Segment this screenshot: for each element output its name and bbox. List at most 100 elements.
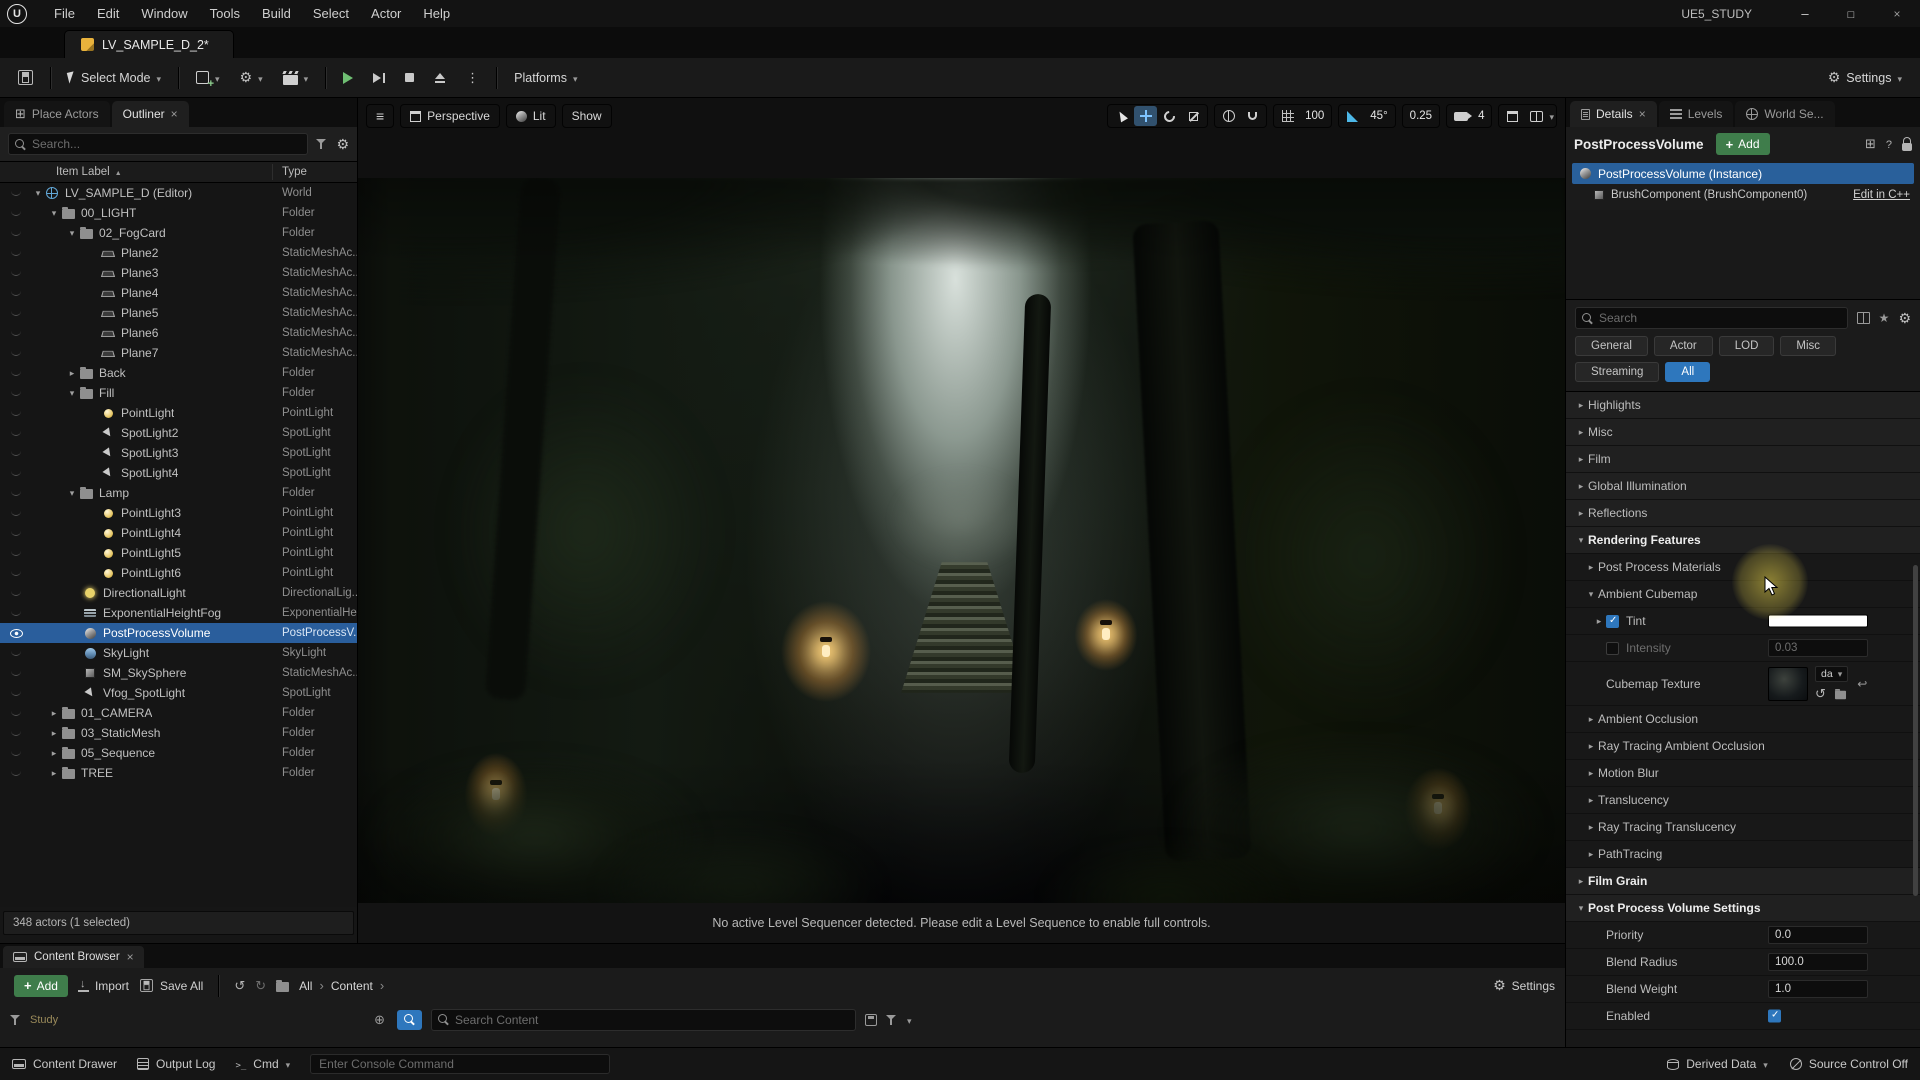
- content-search-input[interactable]: [455, 1013, 849, 1027]
- filter-chip[interactable]: Streaming: [1575, 362, 1659, 382]
- filter-icon[interactable]: [316, 138, 328, 150]
- number-field[interactable]: 0.03: [1768, 639, 1868, 657]
- add-component-button[interactable]: Add: [1716, 133, 1770, 155]
- forward-icon[interactable]: [255, 978, 266, 994]
- details-row[interactable]: Priority 0.0: [1566, 922, 1920, 949]
- tab-place-actors[interactable]: Place Actors: [4, 101, 110, 127]
- cmd-dropdown[interactable]: Cmd: [235, 1057, 290, 1071]
- move-tool-button[interactable]: [1134, 106, 1157, 126]
- add-actor-button[interactable]: [188, 64, 228, 92]
- save-button[interactable]: [10, 64, 41, 92]
- tab-levels[interactable]: Levels: [1659, 101, 1734, 127]
- visibility-eye-icon[interactable]: [6, 510, 26, 516]
- filter-chip[interactable]: Misc: [1780, 336, 1836, 356]
- viewport-scene[interactable]: [358, 178, 1565, 903]
- visibility-eye-icon[interactable]: [6, 770, 26, 776]
- outliner-row[interactable]: PointLight4 PointLight: [0, 523, 357, 543]
- help-icon[interactable]: [1886, 137, 1892, 151]
- outliner-column-headers[interactable]: Item Label Type: [0, 161, 357, 183]
- visibility-eye-icon[interactable]: [6, 450, 26, 456]
- details-row[interactable]: Motion Blur: [1566, 760, 1920, 787]
- details-row[interactable]: Blend Weight 1.0: [1566, 976, 1920, 1003]
- outliner-row[interactable]: SM_SkySphere StaticMeshAc...: [0, 663, 357, 683]
- menu-item[interactable]: Edit: [86, 0, 130, 27]
- edit-condition-checkbox[interactable]: [1606, 615, 1619, 628]
- breadcrumb-content[interactable]: Content: [331, 979, 373, 993]
- details-row[interactable]: Film Grain: [1566, 868, 1920, 895]
- visibility-eye-icon[interactable]: [6, 550, 26, 556]
- save-all-button[interactable]: Save All: [139, 978, 203, 993]
- derived-data-button[interactable]: Derived Data: [1667, 1057, 1768, 1071]
- visibility-eye-icon[interactable]: [6, 490, 26, 496]
- menu-item[interactable]: Build: [251, 0, 302, 27]
- visibility-eye-icon[interactable]: [6, 410, 26, 416]
- settings-dropdown[interactable]: Settings: [1820, 64, 1910, 92]
- number-field[interactable]: 100.0: [1768, 953, 1868, 971]
- menu-item[interactable]: Actor: [360, 0, 412, 27]
- grid-snap-button[interactable]: [1276, 106, 1299, 126]
- outliner-row[interactable]: 03_StaticMesh Folder: [0, 723, 357, 743]
- expander-icon[interactable]: [1584, 714, 1598, 725]
- viewport-options-button[interactable]: [366, 104, 394, 128]
- menu-item[interactable]: Select: [302, 0, 360, 27]
- edit-in-cpp-link[interactable]: Edit in C++: [1853, 189, 1910, 201]
- expand-arrow-icon[interactable]: [32, 188, 44, 199]
- color-swatch[interactable]: [1768, 615, 1868, 628]
- browse-to-asset-icon[interactable]: [1835, 690, 1846, 699]
- lock-icon[interactable]: [1902, 143, 1912, 151]
- outliner-row[interactable]: SpotLight3 SpotLight: [0, 443, 357, 463]
- content-search-box[interactable]: [431, 1009, 856, 1031]
- visibility-eye-icon[interactable]: [6, 570, 26, 576]
- texture-dropdown[interactable]: da: [1815, 666, 1848, 682]
- expander-icon[interactable]: [1584, 795, 1598, 806]
- rotation-snap-button[interactable]: [1341, 106, 1364, 126]
- outliner-row[interactable]: SpotLight4 SpotLight: [0, 463, 357, 483]
- details-row[interactable]: Enabled: [1566, 1003, 1920, 1030]
- expander-icon[interactable]: [1574, 535, 1588, 546]
- visibility-eye-icon[interactable]: [6, 629, 26, 638]
- display-options-icon[interactable]: [1857, 312, 1870, 324]
- details-row[interactable]: PathTracing: [1566, 841, 1920, 868]
- play-options-button[interactable]: [458, 64, 487, 92]
- filter-chip[interactable]: Actor: [1654, 336, 1713, 356]
- show-dropdown[interactable]: Show: [562, 104, 612, 128]
- details-row[interactable]: Translucency: [1566, 787, 1920, 814]
- visibility-eye-icon[interactable]: [6, 590, 26, 596]
- details-row[interactable]: Ambient Occlusion: [1566, 706, 1920, 733]
- cinematics-button[interactable]: [275, 64, 317, 92]
- outliner-row[interactable]: 01_CAMERA Folder: [0, 703, 357, 723]
- details-row[interactable]: Post Process Volume Settings: [1566, 895, 1920, 922]
- details-row[interactable]: Ray Tracing Translucency: [1566, 814, 1920, 841]
- expander-icon[interactable]: [1584, 562, 1598, 573]
- outliner-row[interactable]: Vfog_SpotLight SpotLight: [0, 683, 357, 703]
- unreal-logo-icon[interactable]: [7, 4, 27, 24]
- value-checkbox[interactable]: [1768, 1010, 1781, 1023]
- visibility-eye-icon[interactable]: [6, 270, 26, 276]
- tab-outliner[interactable]: Outliner: [112, 101, 189, 127]
- visibility-eye-icon[interactable]: [6, 370, 26, 376]
- grid-snap-value[interactable]: 100: [1300, 110, 1329, 122]
- visibility-eye-icon[interactable]: [6, 710, 26, 716]
- stop-button[interactable]: [397, 64, 422, 92]
- menu-item[interactable]: Help: [412, 0, 461, 27]
- close-icon[interactable]: [127, 950, 134, 964]
- expand-arrow-icon[interactable]: [48, 728, 60, 739]
- skip-button[interactable]: [365, 64, 393, 92]
- menu-item[interactable]: Tools: [199, 0, 251, 27]
- details-search-box[interactable]: [1575, 307, 1848, 329]
- surface-snapping-button[interactable]: [1241, 106, 1264, 126]
- visibility-eye-icon[interactable]: [6, 350, 26, 356]
- details-row[interactable]: Global Illumination: [1566, 473, 1920, 500]
- search-toggle-button[interactable]: [397, 1010, 422, 1030]
- details-scrollbar[interactable]: [1913, 565, 1918, 896]
- add-collection-icon[interactable]: [374, 1012, 385, 1028]
- filter-chip[interactable]: All: [1665, 362, 1710, 382]
- level-asset-tab[interactable]: LV_SAMPLE_D_2*: [64, 30, 234, 58]
- outliner-row[interactable]: LV_SAMPLE_D (Editor) World: [0, 183, 357, 203]
- console-command-field[interactable]: [310, 1054, 610, 1074]
- select-mode-dropdown[interactable]: Select Mode: [60, 64, 169, 92]
- edit-condition-checkbox[interactable]: [1606, 642, 1619, 655]
- visibility-eye-icon[interactable]: [6, 210, 26, 216]
- filter-chip[interactable]: LOD: [1719, 336, 1775, 356]
- expand-arrow-icon[interactable]: [48, 768, 60, 779]
